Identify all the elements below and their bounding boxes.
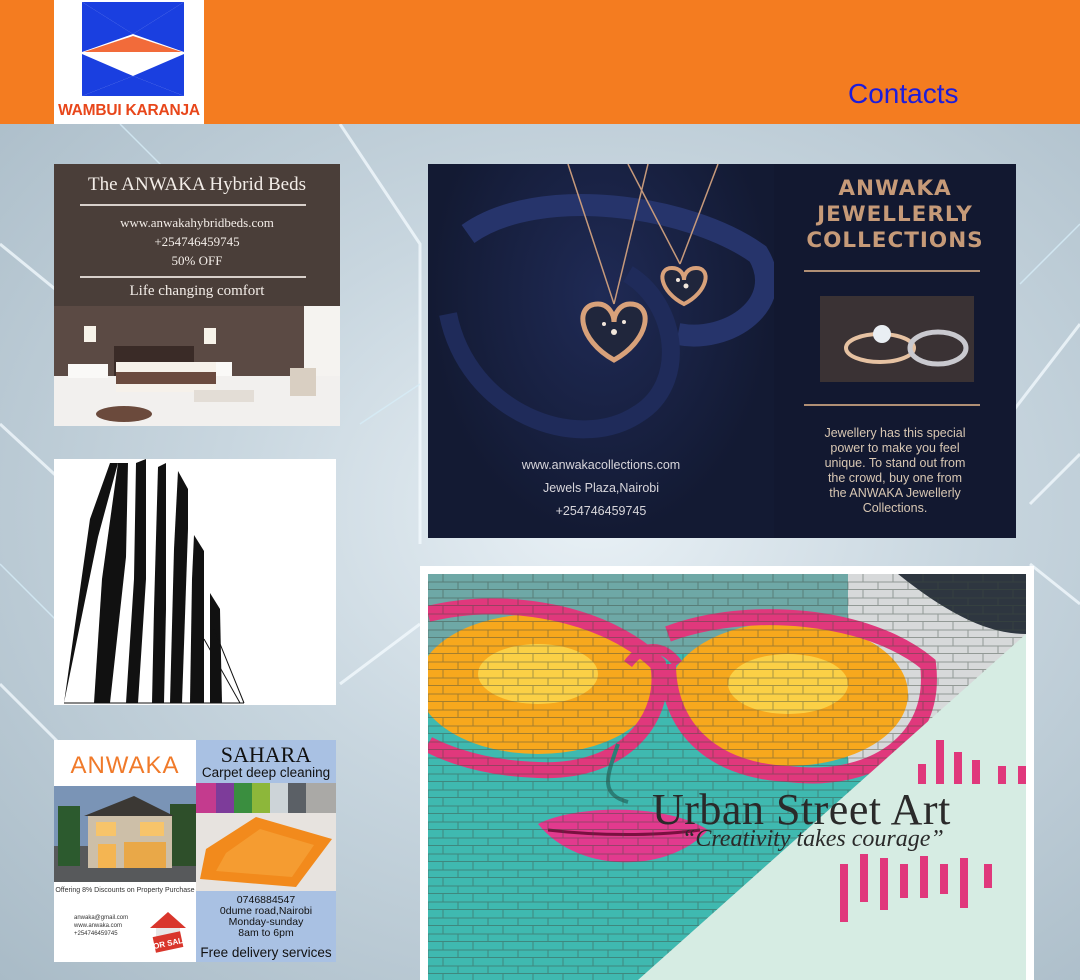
property-ad-phone: +254746459745 xyxy=(74,931,118,937)
jewellery-photo-panel: www.anwakacollections.com Jewels Plaza,N… xyxy=(428,164,777,538)
divider xyxy=(804,270,980,272)
bowtie-logo-icon xyxy=(82,2,184,96)
divider xyxy=(804,404,980,406)
jewellery-title-line: JEWELLERLY xyxy=(817,202,973,227)
building-sketch-card[interactable] xyxy=(54,459,336,705)
divider xyxy=(80,204,306,206)
jewellery-ad-card[interactable]: www.anwakacollections.com Jewels Plaza,N… xyxy=(428,164,1016,538)
divider xyxy=(80,276,306,278)
beds-ad-website: www.anwakahybridbeds.com xyxy=(120,215,274,230)
jewellery-description: Jewellery has this special power to make… xyxy=(784,426,1006,516)
site-logo[interactable]: WAMBUI KARANJA xyxy=(54,0,204,124)
street-art-quote: “Creativity takes courage” xyxy=(682,826,944,852)
for-sale-house-icon: FOR SALE xyxy=(148,912,190,953)
jewellery-title: ANWAKA JEWELLERLY COLLECTIONS xyxy=(774,176,1016,254)
property-ad-email: anwaka@gmail.com xyxy=(74,915,129,921)
jewellery-website: www.anwakacollections.com xyxy=(521,458,681,472)
carpet-ad-info: 0746884547 0dume road,Nairobi Monday-sun… xyxy=(196,895,336,939)
property-ad-offer: Offering 8% Discounts on Property Purcha… xyxy=(55,887,195,894)
beds-ad-info: www.anwakahybridbeds.com +254746459745 5… xyxy=(54,213,340,270)
beds-ad-phone: +254746459745 xyxy=(154,234,240,249)
house-photo xyxy=(54,786,196,882)
carpet-ad-footer: Free delivery services xyxy=(200,945,332,960)
beds-ad-discount: 50% OFF xyxy=(171,253,223,268)
jewellery-contact-block: www.anwakacollections.com Jewels Plaza,N… xyxy=(428,454,774,523)
description-line: the crowd, buy one from xyxy=(827,471,963,485)
nav-link-contacts[interactable]: Contacts xyxy=(848,78,959,110)
description-line: unique. To stand out from xyxy=(824,456,966,470)
rings-photo xyxy=(820,296,974,382)
description-line: power to make you feel xyxy=(830,441,960,455)
street-art-card[interactable]: Urban Street Art “Creativity takes coura… xyxy=(420,566,1034,980)
carpet-ad-card[interactable]: SAHARA Carpet deep cleaning 0746884547 0… xyxy=(196,740,336,962)
description-line: Collections. xyxy=(862,501,928,515)
beds-ad-tagline: Life changing comfort xyxy=(129,283,265,299)
property-ad-website: www.anwaka.com xyxy=(74,923,123,929)
site-header: WAMBUI KARANJA Contacts xyxy=(0,0,1080,124)
description-line: Jewellery has this special xyxy=(824,426,966,440)
logo-text: WAMBUI KARANJA xyxy=(58,102,200,119)
jewellery-location: Jewels Plaza,Nairobi xyxy=(542,481,660,495)
graffiti-mural-image xyxy=(428,574,1026,980)
property-ad-brand: ANWAKA xyxy=(70,752,180,779)
jewellery-title-line: COLLECTIONS xyxy=(806,228,984,253)
jewellery-title-line: ANWAKA xyxy=(838,176,952,201)
carpet-ad-subtitle: Carpet deep cleaning xyxy=(201,765,331,780)
beds-ad-card[interactable]: The ANWAKA Hybrid Beds www.anwakahybridb… xyxy=(54,164,340,426)
bedroom-photo xyxy=(54,306,340,426)
jewellery-info-panel: ANWAKA JEWELLERLY COLLECTIONS Jewellery … xyxy=(774,164,1016,538)
description-line: the ANWAKA Jewellerly xyxy=(829,486,961,500)
carpet-ad-hours: 8am to 6pm xyxy=(238,927,294,939)
beds-ad-header: The ANWAKA Hybrid Beds www.anwakahybridb… xyxy=(54,164,340,306)
jewellery-phone: +254746459745 xyxy=(555,504,647,518)
property-ad-card[interactable]: ANWAKA Offering 8% Discounts on Property… xyxy=(54,740,196,962)
skyscraper-illustration xyxy=(64,459,245,704)
property-ad-contact: anwaka@gmail.com www.anwaka.com +2547464… xyxy=(74,914,154,938)
carpet-photo xyxy=(196,783,336,891)
beds-ad-title: The ANWAKA Hybrid Beds xyxy=(88,174,306,195)
